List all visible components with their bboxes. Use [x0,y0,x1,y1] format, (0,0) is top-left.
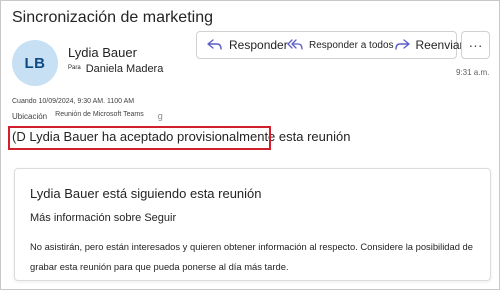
location-extra: g [157,111,163,121]
meeting-when: Cuando 10/09/2024, 9:30 AM. 1100 AM [12,98,135,105]
email-subject: Sincronización de marketing [12,9,213,26]
forward-icon [394,39,410,51]
following-title: Lydia Bauer está siguiendo esta reunión [30,186,262,201]
to-label: Para [68,65,81,71]
following-description: No asistirán, pero están interesados y q… [30,241,473,272]
highlight-annotation [8,126,271,150]
recipient-row: Para Daniela Madera [68,63,163,75]
reply-icon [207,39,223,51]
meeting-location: Ubicación Reunión de Microsoft Teams g [12,111,163,121]
more-options-button[interactable]: ··· [461,31,490,59]
reply-button[interactable]: Responder [197,32,288,58]
learn-more-link[interactable]: Más información sobre Seguir [30,212,176,224]
reply-label: Responder [229,38,288,52]
avatar[interactable]: LB [12,40,58,86]
reply-all-icon [287,39,303,51]
reply-all-button[interactable]: Responder a todos [287,32,394,58]
following-card: Lydia Bauer está siguiendo esta reunión … [14,168,491,281]
more-icon: ··· [468,37,483,53]
recipient-name[interactable]: Daniela Madera [86,63,164,75]
received-time: 9:31 a.m. [456,68,490,77]
reply-all-label: Responder a todos [309,39,394,51]
location-value[interactable]: Reunión de Microsoft Teams [55,111,144,118]
sender-name[interactable]: Lydia Bauer [68,45,137,60]
email-reading-pane: Sincronización de marketing LB Lydia Bau… [0,0,500,290]
location-label: Ubicación [12,112,48,121]
message-actions-toolbar: Responder Responder a todos Reenviar [196,31,464,59]
forward-label: Reenviar [415,38,464,52]
forward-button[interactable]: Reenviar [394,32,464,58]
